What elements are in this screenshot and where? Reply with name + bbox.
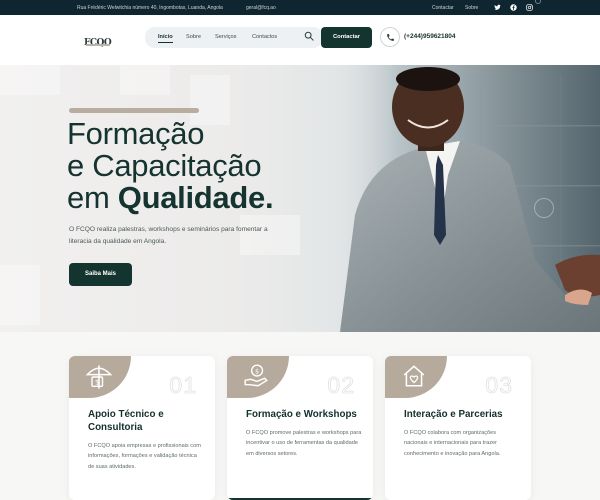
- logo[interactable]: FCQO: [84, 32, 112, 50]
- main-nav: Início Sobre Serviços Contactos: [145, 27, 323, 48]
- twitter-icon[interactable]: [494, 4, 501, 11]
- phone-button[interactable]: [380, 27, 400, 47]
- top-bar: Rua Frédéric Welwitchia número 40, Ingom…: [0, 0, 600, 15]
- card-icon-badge: $: [227, 356, 289, 398]
- card-text: O FCQO apoia empresas e profissionais co…: [88, 443, 201, 470]
- card-text: O FCQO colabora com organizações naciona…: [404, 430, 501, 457]
- instagram-icon[interactable]: [526, 4, 533, 11]
- card-number: 01: [169, 372, 197, 399]
- hero-bg-block: [0, 265, 40, 325]
- hero-decorative-ring: [534, 198, 554, 218]
- logo-text: FCQO: [84, 38, 112, 48]
- address-text: Rua Frédéric Welwitchia número 40, Ingom…: [77, 5, 223, 11]
- hero-businessman-image: [330, 65, 600, 332]
- svg-text:$: $: [95, 379, 99, 387]
- feature-card-parcerias[interactable]: 03 Interação e Parcerias O FCQO colabora…: [385, 356, 531, 500]
- hero-title-bold: Qualidade.: [117, 180, 274, 215]
- card-number: 02: [327, 372, 355, 399]
- nav-item-servicos[interactable]: Serviços: [215, 34, 236, 40]
- search-icon[interactable]: [304, 31, 314, 41]
- phone-number[interactable]: (+244)959621804: [404, 33, 456, 40]
- feature-card-formacao[interactable]: $ 02 Formação e Workshops O FCQO promove…: [227, 356, 373, 500]
- hero-bg-block: [0, 65, 60, 95]
- phone-icon: [387, 34, 394, 41]
- umbrella-money-icon: $: [85, 365, 113, 389]
- topbar-link-contactar[interactable]: Contactar: [432, 5, 454, 11]
- email-link[interactable]: geral@fcq.ao: [246, 5, 276, 11]
- topbar-link-sobre[interactable]: Sobre: [465, 5, 478, 11]
- hero-title-line-1: Formação: [67, 116, 205, 151]
- card-icon-badge: $: [69, 356, 131, 398]
- house-icon: [403, 365, 425, 387]
- facebook-icon[interactable]: [510, 4, 517, 11]
- card-icon-badge: [385, 356, 447, 398]
- card-title: Interação e Parcerias: [404, 409, 503, 420]
- hero-title-prefix: em: [67, 180, 118, 215]
- nav-item-sobre[interactable]: Sobre: [186, 34, 201, 40]
- hand-money-icon: $: [244, 364, 268, 387]
- card-text: O FCQO promove palestras e workshops par…: [246, 430, 362, 457]
- hero-title-line-3: em Qualidade.: [67, 180, 274, 215]
- hero-bg-block: [120, 65, 170, 95]
- site-header: FCQO Início Sobre Serviços Contactos Con…: [0, 15, 600, 65]
- nav-item-inicio[interactable]: Início: [158, 34, 173, 43]
- scroll-indicator: [535, 0, 541, 4]
- card-title: Formação e Workshops: [246, 409, 357, 420]
- hero-accent-line: [69, 108, 199, 113]
- hero-section: Formação e Capacitação em Qualidade. O F…: [0, 65, 600, 332]
- svg-text:$: $: [255, 367, 259, 375]
- card-number: 03: [485, 372, 513, 399]
- contact-button[interactable]: Contactar: [321, 27, 372, 48]
- logo-underline: [86, 44, 110, 46]
- hero-description: O FCQO realiza palestras, workshops e se…: [69, 226, 268, 245]
- feature-card-consultoria[interactable]: $ 01 Apoio Técnico e Consultoria O FCQO …: [69, 356, 215, 500]
- nav-item-contactos[interactable]: Contactos: [252, 34, 277, 40]
- learn-more-button[interactable]: Saiba Mais: [69, 263, 132, 286]
- card-title: Apoio Técnico e Consultoria: [88, 409, 164, 433]
- hero-title-line-2: e Capacitação: [67, 148, 262, 183]
